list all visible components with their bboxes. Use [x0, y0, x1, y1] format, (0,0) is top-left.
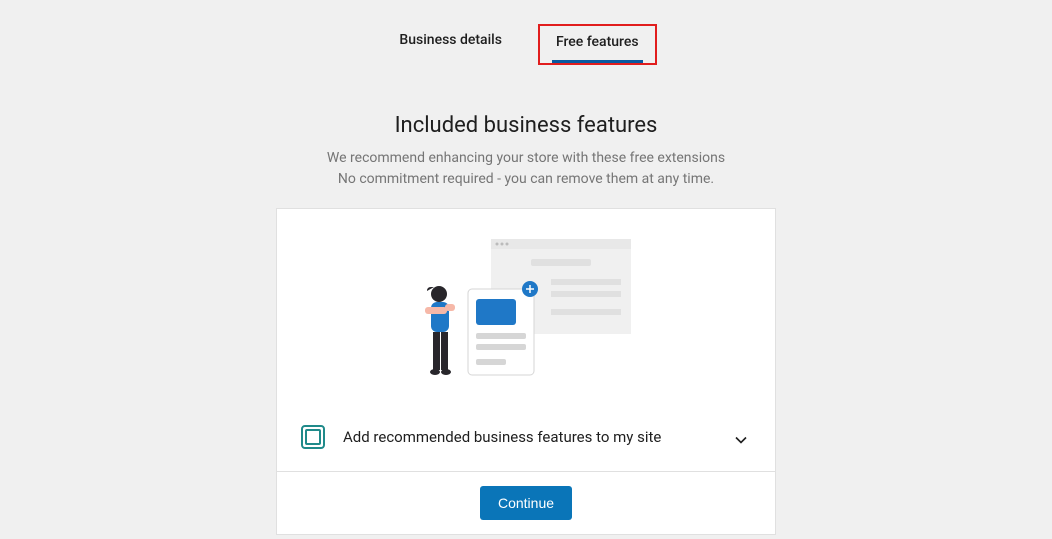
features-card: Add recommended business features to my …: [276, 208, 776, 535]
chevron-down-icon[interactable]: [735, 431, 747, 443]
tab-free-features[interactable]: Free features: [552, 26, 643, 63]
subtitle-line-1: We recommend enhancing your store with t…: [0, 148, 1052, 169]
tab-business-details[interactable]: Business details: [395, 24, 506, 65]
page-title: Included business features: [0, 113, 1052, 138]
add-features-checkbox[interactable]: [301, 425, 325, 449]
page-subtitle: We recommend enhancing your store with t…: [0, 148, 1052, 190]
content-header: Included business features We recommend …: [0, 113, 1052, 190]
subtitle-line-2: No commitment required - you can remove …: [0, 169, 1052, 190]
onboarding-illustration-icon: [421, 239, 631, 389]
tabs-container: Business details Free features: [0, 0, 1052, 73]
illustration-area: [277, 209, 775, 409]
add-features-label: Add recommended business features to my …: [343, 428, 717, 446]
option-row: Add recommended business features to my …: [277, 409, 775, 472]
highlight-free-features: Free features: [538, 24, 657, 65]
continue-button[interactable]: Continue: [480, 486, 572, 520]
card-footer: Continue: [277, 472, 775, 534]
